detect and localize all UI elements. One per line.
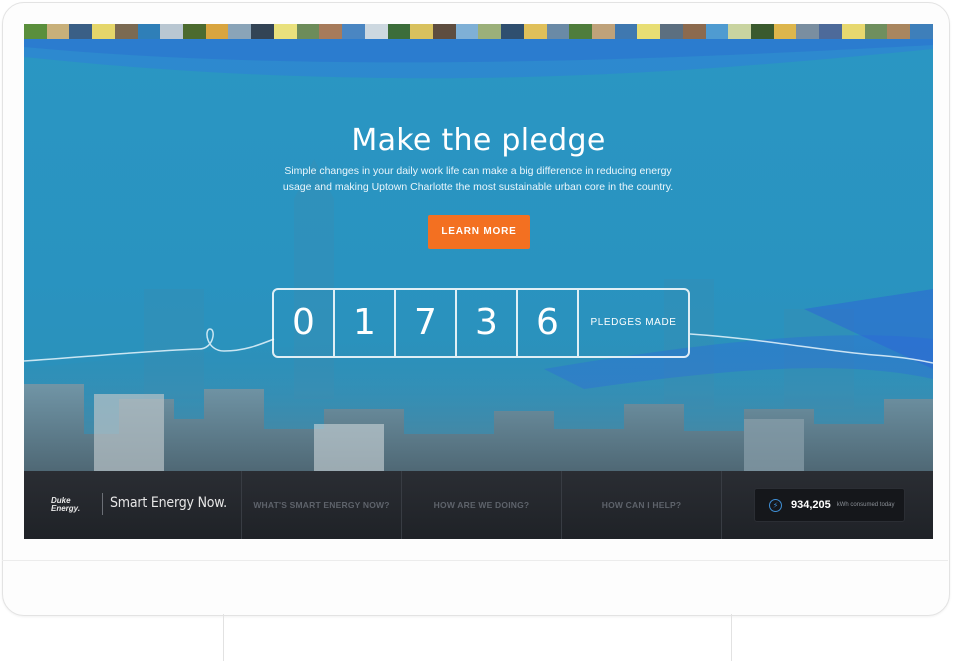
kiosk-stand-right: [731, 614, 732, 661]
learn-more-button[interactable]: LEARN MORE: [428, 215, 530, 249]
counter-digit: 3: [457, 290, 518, 356]
energy-stat-area: ⚡ 934,205 kWh consumed today: [722, 471, 933, 539]
energy-consumed-stat: ⚡ 934,205 kWh consumed today: [754, 488, 905, 522]
hero-section: Make the pledge Simple changes in your d…: [24, 39, 933, 471]
bolt-icon: ⚡: [769, 498, 782, 512]
hero-description: Simple changes in your daily work life c…: [282, 165, 674, 193]
kiosk-screen: Make the pledge Simple changes in your d…: [24, 24, 933, 539]
brand-name: Smart Energy Now.: [110, 495, 227, 511]
nav-item-how-are-we-doing[interactable]: HOW ARE WE DOING?: [402, 471, 562, 539]
brand-area[interactable]: Duke Energy. Smart Energy Now.: [24, 471, 242, 539]
pledge-counter: 0 1 7 3 6 PLEDGES MADE: [272, 288, 690, 358]
counter-digit: 6: [518, 290, 579, 356]
city-skyline-background: [24, 39, 933, 471]
counter-digit: 1: [335, 290, 396, 356]
counter-digit: 0: [274, 290, 335, 356]
energy-stat-unit: kWh consumed today: [836, 502, 895, 508]
counter-label: PLEDGES MADE: [590, 317, 677, 328]
logo-divider: [102, 493, 103, 515]
kiosk-stand-left: [223, 614, 224, 661]
energy-stat-value: 934,205: [791, 499, 831, 511]
duke-energy-logo: Duke Energy.: [51, 497, 80, 513]
photo-strip: [24, 24, 933, 39]
nav-item-how-can-i-help[interactable]: HOW CAN I HELP?: [562, 471, 722, 539]
counter-digit: 7: [396, 290, 457, 356]
page-title: Make the pledge: [351, 123, 606, 158]
nav-item-whats-smart-energy-now[interactable]: WHAT'S SMART ENERGY NOW?: [242, 471, 402, 539]
bottom-navigation: Duke Energy. Smart Energy Now. WHAT'S SM…: [24, 471, 933, 539]
kiosk-chin: [2, 560, 948, 615]
logo-text-line2: Energy.: [51, 504, 81, 513]
